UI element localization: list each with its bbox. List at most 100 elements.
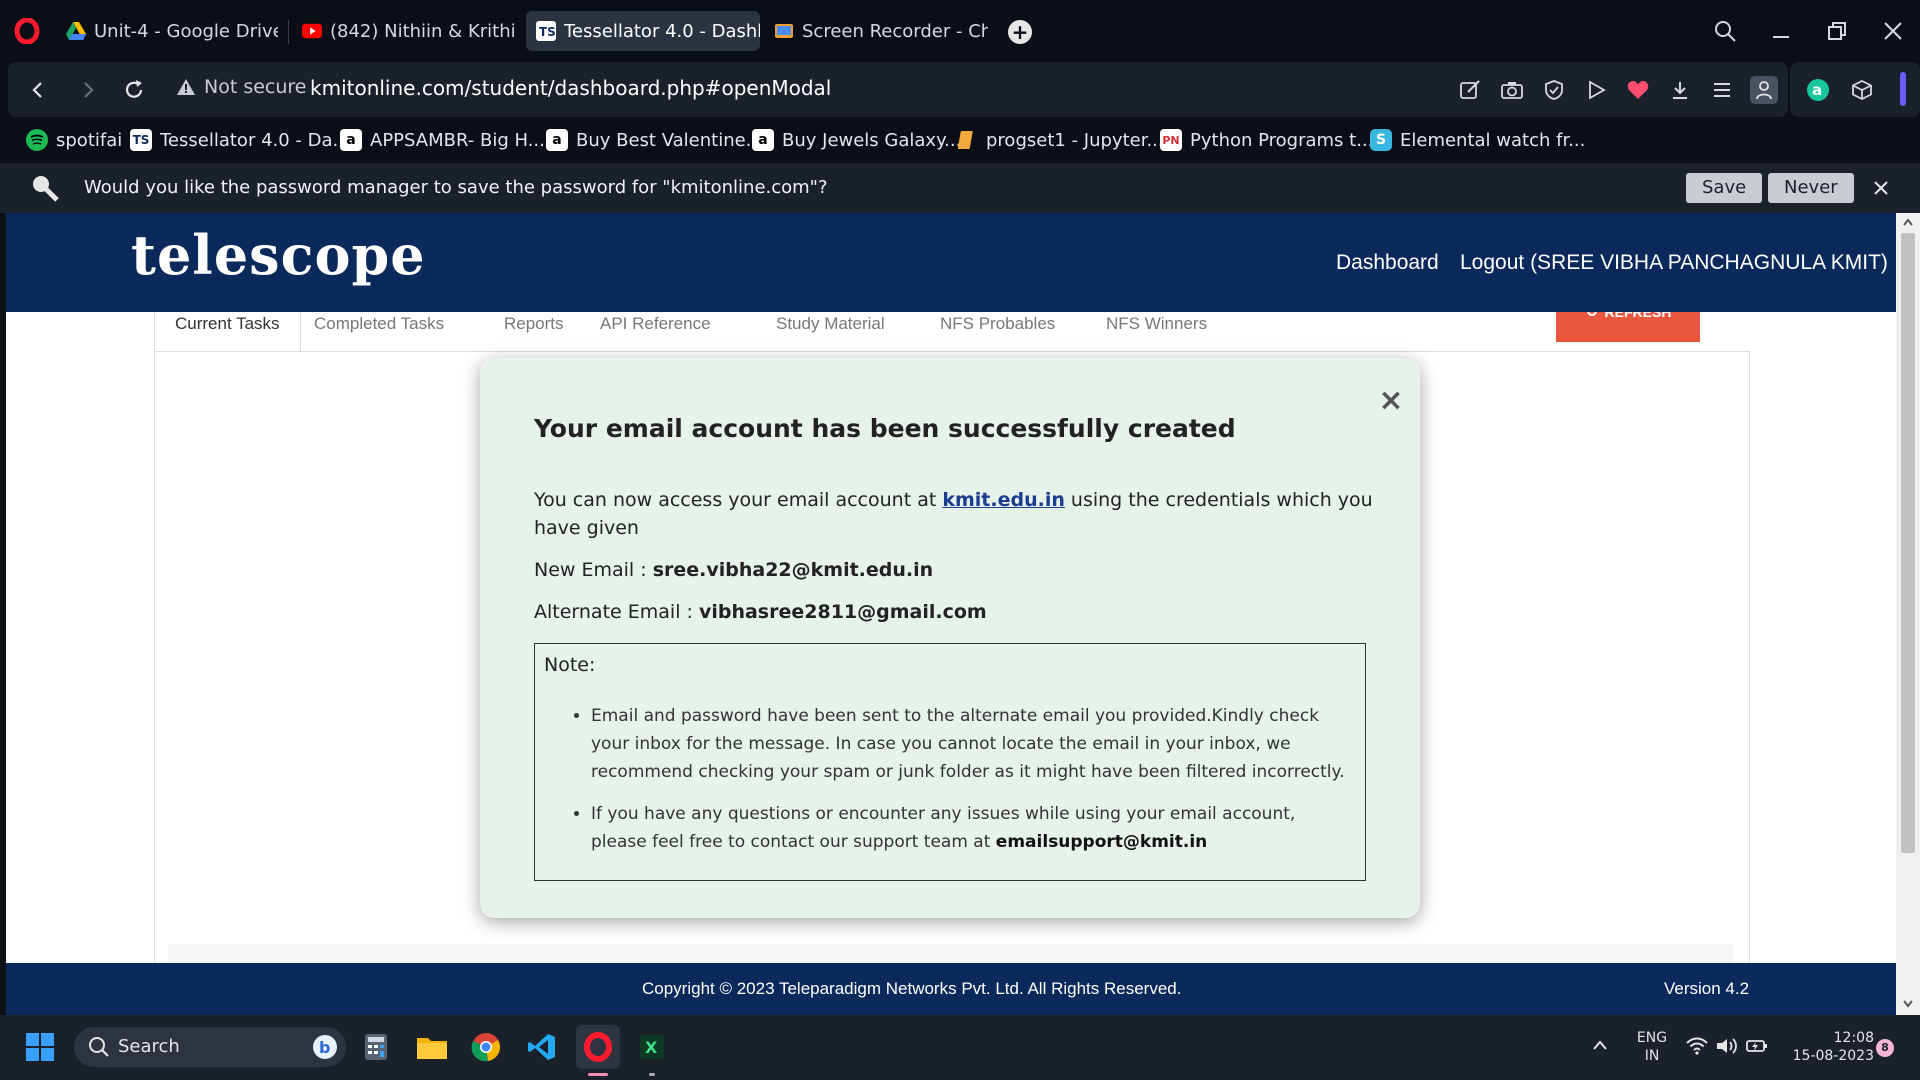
reload-icon[interactable] xyxy=(118,74,150,106)
bookmark-label: Buy Jewels Galaxy... xyxy=(782,129,962,151)
close-window-icon[interactable] xyxy=(1876,14,1910,48)
search-icon xyxy=(88,1036,110,1058)
kmit-domain-link[interactable]: kmit.edu.in xyxy=(942,489,1065,511)
bookmark-progset1[interactable]: progset1 - Jupyter... xyxy=(956,129,1164,151)
close-icon[interactable]: × xyxy=(1378,386,1404,416)
excel-icon[interactable]: X xyxy=(630,1025,674,1069)
tab-nfs-probables[interactable]: NFS Probables xyxy=(922,312,1073,352)
scroll-down-icon[interactable] xyxy=(1902,999,1914,1009)
site-header: telescope Dashboard Logout (SREE VIBHA P… xyxy=(6,213,1896,312)
chrome-icon[interactable] xyxy=(464,1025,508,1069)
tab-reports[interactable]: Reports xyxy=(486,312,582,352)
heart-icon[interactable] xyxy=(1624,76,1652,104)
shield-icon[interactable] xyxy=(1540,76,1568,104)
tab-screen-recorder[interactable]: Screen Recorder - Chror xyxy=(764,11,988,51)
restore-icon[interactable] xyxy=(1820,14,1854,48)
python-programs-icon: PN xyxy=(1160,129,1182,151)
bookmark-tessellator[interactable]: TS Tessellator 4.0 - Da... xyxy=(130,129,350,151)
extensions-cube-icon[interactable] xyxy=(1848,76,1876,104)
search-tabs-icon[interactable] xyxy=(1708,14,1742,48)
tessellator-icon: TS xyxy=(130,129,152,151)
browser-tab-bar: Unit-4 - Google Drive (842) Nithiin & Kr… xyxy=(0,0,1920,62)
url-input[interactable]: kmitonline.com/student/dashboard.php#ope… xyxy=(310,76,831,100)
never-save-button[interactable]: Never xyxy=(1768,173,1854,203)
svg-text:X: X xyxy=(645,1038,658,1057)
web-page: telescope Dashboard Logout (SREE VIBHA P… xyxy=(6,213,1896,1015)
logout-link[interactable]: Logout (SREE VIBHA PANCHAGNULA KMIT) xyxy=(1460,251,1888,275)
windows-start-icon[interactable] xyxy=(18,1025,62,1069)
notification-badge[interactable]: 8 xyxy=(1876,1039,1894,1057)
alternate-email-label: Alternate Email : xyxy=(534,601,699,623)
bookmark-spotifai[interactable]: spotifai xyxy=(26,129,122,151)
dashboard-link[interactable]: Dashboard xyxy=(1336,251,1439,275)
save-password-button[interactable]: Save xyxy=(1686,173,1763,203)
alternate-email-value: vibhasree2811@gmail.com xyxy=(698,601,987,623)
list-item: If you have any questions or encounter a… xyxy=(591,800,1351,856)
minimize-icon[interactable] xyxy=(1764,14,1798,48)
battery-icon[interactable] xyxy=(1746,1037,1768,1055)
extensions-area: a xyxy=(1790,62,1920,117)
note-text: Email and password have been sent to the… xyxy=(591,706,1345,782)
tab-tessellator[interactable]: TS Tessellator 4.0 - Dashbo xyxy=(526,11,760,51)
bookmark-valentine[interactable]: a Buy Best Valentine... xyxy=(546,129,763,151)
close-password-bar-icon[interactable] xyxy=(1872,179,1890,197)
bookmark-python-programs[interactable]: PN Python Programs t... xyxy=(1160,129,1373,151)
svg-text:b: b xyxy=(319,1038,330,1057)
new-email-row: New Email : sree.vibha22@kmit.edu.in xyxy=(534,556,1374,584)
bing-icon: b xyxy=(312,1034,338,1060)
opera-active-indicator xyxy=(588,1073,608,1076)
refresh-button[interactable]: REFRESH xyxy=(1556,312,1700,342)
tab-title: (842) Nithiin & Krithi Sh xyxy=(330,20,518,42)
page-scrollbar[interactable] xyxy=(1896,213,1920,1015)
tab-study-material[interactable]: Study Material xyxy=(758,312,903,352)
security-indicator[interactable]: Not secure xyxy=(176,76,307,98)
refresh-icon xyxy=(1585,312,1599,318)
taskbar-search[interactable]: Search b xyxy=(74,1027,346,1067)
player-icon[interactable] xyxy=(1582,76,1610,104)
bookmark-jewels[interactable]: a Buy Jewels Galaxy... xyxy=(752,129,961,151)
bookmark-appsambr[interactable]: a APPSAMBR- Big H... xyxy=(340,129,545,151)
camera-icon[interactable] xyxy=(1498,76,1526,104)
opera-taskbar-icon[interactable] xyxy=(576,1025,620,1069)
vscode-icon[interactable] xyxy=(520,1025,564,1069)
tab-api-reference[interactable]: API Reference xyxy=(582,312,729,352)
back-icon[interactable] xyxy=(22,74,54,106)
profile-icon[interactable] xyxy=(1750,76,1778,104)
calculator-icon[interactable] xyxy=(354,1025,398,1069)
tab-youtube[interactable]: (842) Nithiin & Krithi Sh xyxy=(292,11,518,51)
tab-current-tasks[interactable]: Current Tasks xyxy=(154,312,301,352)
bookmark-label: Elemental watch fr... xyxy=(1400,129,1586,151)
scroll-up-icon[interactable] xyxy=(1902,217,1914,227)
bookmark-elemental[interactable]: S Elemental watch fr... xyxy=(1370,129,1585,151)
access-prefix: You can now access your email account at xyxy=(534,489,943,511)
file-explorer-icon[interactable] xyxy=(410,1025,454,1069)
search-label: Search xyxy=(118,1036,180,1057)
edit-icon[interactable] xyxy=(1456,76,1484,104)
clock[interactable]: 12:08 15-08-2023 xyxy=(1778,1029,1874,1065)
tab-completed-tasks[interactable]: Completed Tasks xyxy=(296,312,462,352)
clock-time: 12:08 xyxy=(1833,1030,1874,1046)
easy-setup-icon[interactable] xyxy=(1708,76,1736,104)
bookmark-label: APPSAMBR- Big H... xyxy=(370,129,545,151)
tab-title: Screen Recorder - Chror xyxy=(802,20,988,42)
support-email: emailsupport@kmit.in xyxy=(995,832,1208,852)
scrollbar-thumb[interactable] xyxy=(1901,233,1915,853)
download-icon[interactable] xyxy=(1666,76,1694,104)
volume-icon[interactable] xyxy=(1716,1037,1738,1055)
language-indicator[interactable]: ENG IN xyxy=(1630,1029,1674,1065)
tab-nfs-winners[interactable]: NFS Winners xyxy=(1088,312,1225,352)
aria-ai-icon[interactable]: a xyxy=(1804,76,1832,104)
security-label: Not secure xyxy=(204,76,307,98)
wifi-icon[interactable] xyxy=(1686,1037,1708,1055)
show-hidden-icons[interactable] xyxy=(1592,1039,1608,1051)
new-tab-button[interactable]: + xyxy=(1008,20,1032,44)
site-logo[interactable]: telescope xyxy=(131,223,426,287)
forward-icon[interactable] xyxy=(72,74,104,106)
language-label: ENG xyxy=(1636,1030,1668,1046)
opera-menu-icon[interactable] xyxy=(14,18,40,44)
site-footer: Copyright © 2023 Teleparadigm Networks P… xyxy=(6,963,1896,1015)
sidebar-indicator[interactable] xyxy=(1900,72,1906,106)
bookmark-label: progset1 - Jupyter... xyxy=(986,129,1164,151)
tab-google-drive[interactable]: Unit-4 - Google Drive xyxy=(56,11,278,51)
address-bar: Not secure kmitonline.com/student/dashbo… xyxy=(8,62,1788,117)
